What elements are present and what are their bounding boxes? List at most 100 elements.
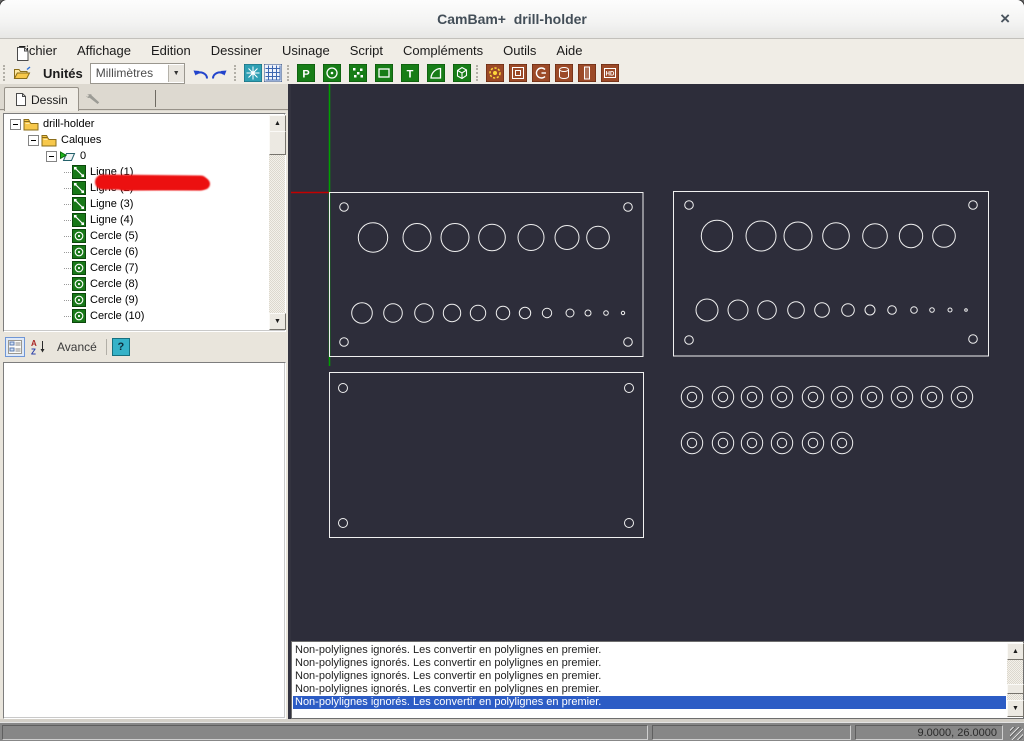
tree-item[interactable]: Ligne (3)	[5, 196, 268, 212]
message-log: Non-polylignes ignorés. Les convertir en…	[291, 641, 1024, 719]
circle-tool-icon[interactable]	[322, 64, 342, 83]
hole-circle	[403, 224, 431, 252]
scroll-down-icon[interactable]: ▼	[1007, 700, 1024, 717]
tree-item[interactable]: Cercle (8)	[5, 276, 268, 292]
tree-expand-icon[interactable]	[10, 119, 21, 130]
menu-item-outils[interactable]: Outils	[493, 41, 546, 60]
rectangle-icon[interactable]	[374, 64, 394, 83]
profile-icon[interactable]	[531, 64, 551, 83]
tree-expand-icon[interactable]	[28, 135, 39, 146]
categorized-view-icon[interactable]	[5, 337, 25, 357]
tree-item[interactable]: Cercle (5)	[5, 228, 268, 244]
circle-icon	[72, 309, 86, 323]
plate-outline	[674, 192, 989, 357]
menu-item-compléments[interactable]: Compléments	[393, 41, 493, 60]
log-scrollbar-thumb[interactable]	[1007, 684, 1024, 694]
hd-icon[interactable]: HD	[600, 64, 620, 83]
toolbar-grip[interactable]	[476, 65, 481, 81]
toolbar-group-snap	[243, 64, 283, 83]
toolbar-grip[interactable]	[234, 65, 239, 81]
pocket-icon[interactable]	[508, 64, 528, 83]
drill-icon[interactable]	[485, 64, 505, 83]
log-line[interactable]: Non-polylignes ignorés. Les convertir en…	[293, 657, 1006, 670]
hole-circle	[784, 222, 812, 250]
tree-item[interactable]: Cercle (10)	[5, 308, 268, 324]
menu-item-affichage[interactable]: Affichage	[67, 41, 141, 60]
hole-circle	[358, 223, 387, 252]
hole-circle	[415, 304, 434, 323]
new-file-icon[interactable]	[12, 45, 32, 64]
circle-icon	[72, 229, 86, 243]
snap-point-icon[interactable]	[243, 64, 263, 83]
lathe-icon[interactable]	[554, 64, 574, 83]
cad-canvas-svg[interactable]	[291, 84, 1024, 641]
hole-circle	[969, 335, 978, 344]
tree-expand-icon[interactable]	[46, 151, 57, 162]
hole-circle	[625, 519, 634, 528]
cad-viewport[interactable]	[291, 84, 1024, 641]
units-select[interactable]: Millimètres ▼	[90, 63, 185, 84]
tree-item[interactable]: Ligne (4)	[5, 212, 268, 228]
tab-system-redacted[interactable]	[77, 89, 112, 109]
text-icon[interactable]: T	[400, 64, 420, 83]
log-scrollbar[interactable]: ▲ ▼	[1007, 643, 1023, 717]
tree-rows: drill-holderCalques0Ligne (1)Ligne (2)Li…	[5, 116, 268, 330]
menu-item-aide[interactable]: Aide	[546, 41, 592, 60]
tree-item[interactable]: Cercle (7)	[5, 260, 268, 276]
line-icon	[72, 197, 86, 211]
tree-scrollbar[interactable]: ▲ ▼	[269, 115, 285, 330]
tab-drawing[interactable]: Dessin	[4, 87, 79, 111]
menu-item-edition[interactable]: Edition	[141, 41, 201, 60]
tree-item[interactable]: Cercle (9)	[5, 292, 268, 308]
scroll-up-icon[interactable]: ▲	[1007, 643, 1024, 660]
status-bar: 9.0000, 26.0000	[0, 722, 1024, 741]
tree-item[interactable]: 0	[5, 148, 268, 164]
hole-circle	[479, 224, 506, 251]
menu-item-dessiner[interactable]: Dessiner	[201, 41, 272, 60]
units-label: Unités	[43, 66, 83, 81]
resize-grip[interactable]	[1010, 727, 1023, 740]
tree-item[interactable]: Calques	[5, 132, 268, 148]
scroll-up-icon[interactable]: ▲	[269, 115, 286, 132]
engrave-icon[interactable]	[577, 64, 597, 83]
grid-icon[interactable]	[263, 64, 283, 83]
log-line[interactable]: Non-polylignes ignorés. Les convertir en…	[293, 670, 1006, 683]
circle-icon	[72, 261, 86, 275]
tree-item[interactable]: Cercle (6)	[5, 244, 268, 260]
help-icon[interactable]: ?	[112, 338, 130, 356]
points-icon[interactable]	[348, 64, 368, 83]
toolbar-group-history	[190, 64, 230, 83]
wrench-icon	[85, 93, 100, 106]
redo-icon[interactable]	[210, 64, 230, 83]
log-line[interactable]: Non-polylignes ignorés. Les convertir en…	[293, 644, 1006, 657]
ring-inner	[777, 392, 786, 401]
arc-icon[interactable]	[426, 64, 446, 83]
title-bar: CamBam+ drill-holder ×	[0, 0, 1024, 39]
advanced-label[interactable]: Avancé	[57, 340, 97, 354]
scroll-down-icon[interactable]: ▼	[269, 313, 286, 330]
surface-icon[interactable]	[452, 64, 472, 83]
tree-scrollbar-thumb[interactable]	[269, 131, 286, 155]
tab-drawing-label: Dessin	[31, 93, 68, 107]
ring-inner	[837, 392, 846, 401]
hole-circle	[788, 302, 805, 319]
log-line[interactable]: Non-polylignes ignorés. Les convertir en…	[293, 683, 1006, 696]
ring-inner	[687, 438, 696, 447]
sidebar-tab-bar: Dessin	[0, 84, 288, 111]
open-file-icon[interactable]	[12, 64, 32, 83]
toolbar-group-draw: PT	[296, 64, 472, 83]
app-window: CamBam+ drill-holder × FichierAffichageE…	[0, 0, 1024, 741]
log-line[interactable]: Non-polylignes ignorés. Les convertir en…	[293, 696, 1006, 709]
hole-circle	[519, 307, 530, 318]
polyline-icon[interactable]: P	[296, 64, 316, 83]
toolbar-grip[interactable]	[287, 65, 292, 81]
close-icon[interactable]: ×	[1000, 0, 1010, 38]
toolbar-grip[interactable]	[3, 65, 8, 81]
undo-icon[interactable]	[190, 64, 210, 83]
menu-item-script[interactable]: Script	[340, 41, 393, 60]
alphabetical-sort-icon[interactable]: AZ	[30, 338, 48, 356]
tree-item-label: Cercle (10)	[90, 310, 144, 322]
menu-item-usinage[interactable]: Usinage	[272, 41, 340, 60]
tree-item[interactable]: drill-holder	[5, 116, 268, 132]
chevron-down-icon[interactable]: ▼	[168, 65, 184, 82]
